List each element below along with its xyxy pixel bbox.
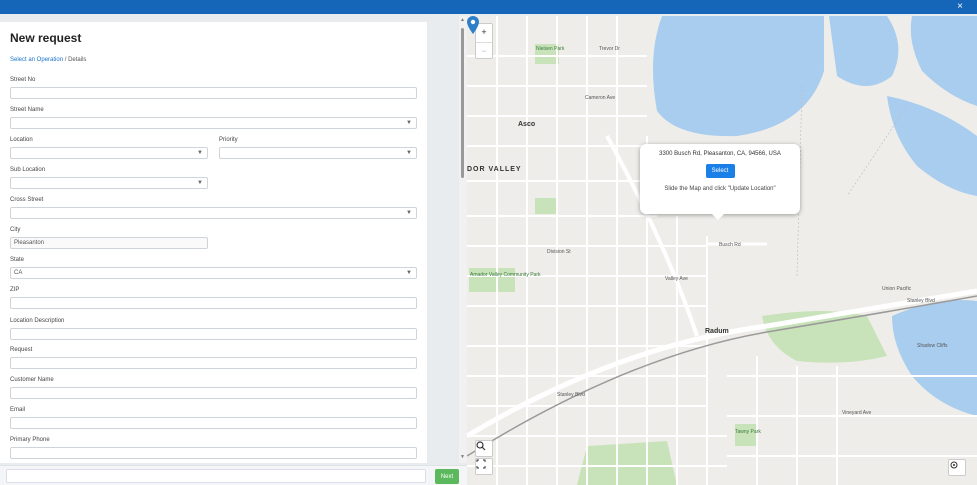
zip-label: ZIP [10,287,20,293]
page-title: New request [10,31,82,45]
state-value: CA [14,270,23,276]
map-search-button[interactable] [475,440,493,457]
lake-water [892,300,977,416]
state-select[interactable]: CA ▼ [10,267,417,279]
location-select[interactable]: ▼ [10,147,208,159]
street-no-label: Street No [10,77,36,83]
state-label: State [10,257,25,263]
primary-phone-field[interactable] [10,447,417,459]
map-label-asco: Asco [518,121,536,128]
scroll-up-icon[interactable]: ▲ [460,17,465,23]
location-label: Location [10,137,33,143]
next-button[interactable]: Next [435,469,459,484]
email-field[interactable] [10,417,417,429]
map-label-cameron-ave: Cameron Ave [585,95,616,101]
map-label-trevor-dr: Trevor Dr [599,46,620,52]
locate-icon [950,461,958,469]
lake-water [887,96,977,196]
map-label-dor-valley: DOR VALLEY [467,166,522,173]
top-bar: × [0,0,977,14]
popup-address: 3300 Busch Rd, Pleasanton, CA, 94566, US… [659,151,781,157]
primary-phone-label: Primary Phone [10,437,50,443]
location-popup: 3300 Busch Rd, Pleasanton, CA, 94566, US… [640,144,800,220]
park-area [735,424,757,446]
location-description-field[interactable] [10,328,417,340]
scroll-thumb[interactable] [461,28,464,178]
map-label-union-pacific: Union Pacific [882,286,912,292]
fullscreen-button[interactable] [475,458,493,475]
scroll-down-icon[interactable]: ▼ [460,454,465,460]
city-field[interactable]: Pleasanton [10,237,208,249]
chevron-down-icon: ▼ [406,150,412,156]
location-description-label: Location Description [10,318,65,324]
breadcrumb-select-operation[interactable]: Select an Operation [10,57,63,63]
customer-name-label: Customer Name [10,377,54,383]
close-icon[interactable]: × [957,1,963,13]
cross-street-label: Cross Street [10,197,44,203]
map-view[interactable]: Asco DOR VALLEY Radum Nielsen Park Amado… [467,16,977,485]
map-label-radum: Radum [705,328,729,335]
request-label: Request [10,347,33,353]
form-scrollbar[interactable]: ▲ ▼ [459,16,467,463]
map-label-nielsen-park: Nielsen Park [536,46,565,52]
email-label: Email [10,407,26,413]
lake-water [829,16,899,86]
map-label-valley-ave: Valley Ave [665,276,688,282]
breadcrumb: Select an Operation / Details [10,57,86,63]
breadcrumb-separator: / [64,57,67,63]
street-name-select[interactable]: ▼ [10,117,417,129]
chevron-down-icon: ▼ [406,210,412,216]
priority-select[interactable]: ▼ [219,147,417,159]
park-area [535,198,557,214]
map-label-stanley-blvd: Stanley Blvd [907,298,935,304]
chevron-down-icon: ▼ [406,270,412,276]
lake-water [910,16,977,106]
map-label-vineyard-ave: Vineyard Ave [842,410,872,416]
search-icon [476,441,486,451]
park-area [577,441,677,485]
map-marker-icon[interactable] [467,16,479,34]
sub-location-select[interactable]: ▼ [10,177,208,189]
cross-street-select[interactable]: ▼ [10,207,417,219]
locate-me-button[interactable] [948,459,966,476]
footer-input[interactable] [6,469,426,483]
lake-water [653,16,824,137]
map-label-division-st: Division St [547,249,571,255]
zoom-out-button[interactable]: − [476,42,492,60]
chevron-down-icon: ▼ [197,180,203,186]
popup-hint: Slide the Map and click "Update Location… [664,186,776,192]
map-label-amador-valley-park: Amador Valley Community Park [470,272,541,278]
city-label: City [10,227,21,233]
map-label-busch-rd: Busch Rd [719,242,741,248]
sub-location-label: Sub Location [10,167,46,173]
priority-label: Priority [219,137,238,143]
chevron-down-icon: ▼ [406,120,412,126]
zip-field[interactable] [10,297,417,309]
street-name-label: Street Name [10,107,44,113]
dashed-boundary [846,105,908,197]
breadcrumb-current: Details [68,57,87,63]
customer-name-field[interactable] [10,387,417,399]
request-field[interactable] [10,357,417,369]
request-form-panel: New request Select an Operation / Detail… [0,22,427,463]
select-location-button[interactable]: Select [705,164,735,178]
chevron-down-icon: ▼ [197,150,203,156]
map-canvas [467,16,977,485]
fullscreen-icon [476,459,486,469]
street-no-field[interactable] [10,87,417,99]
form-footer: Next [0,465,467,485]
map-label-shadow-cliffs: Shadow Cliffs [917,343,948,349]
map-label-stanley-blvd-west: Stanley Blvd [557,392,585,398]
map-label-tawny-park: Tawny Park [735,429,761,435]
